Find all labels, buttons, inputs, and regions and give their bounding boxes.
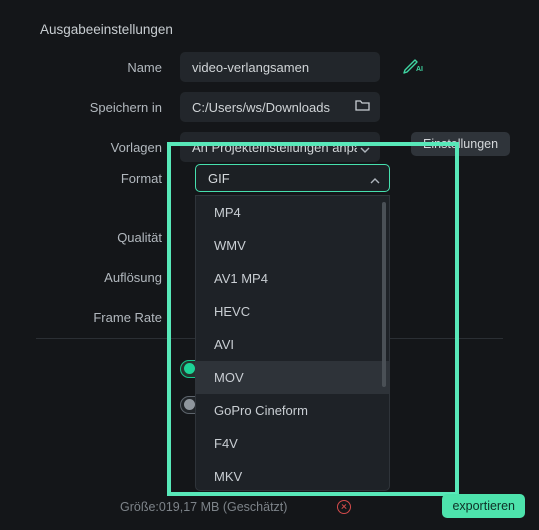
- svg-text:AI: AI: [416, 66, 423, 73]
- folder-icon[interactable]: [355, 99, 370, 115]
- format-option-f4v[interactable]: F4V: [196, 427, 389, 460]
- row-save-in: Speichern in C:/Users/ws/Downloads: [0, 92, 539, 122]
- export-button[interactable]: exportieren: [442, 494, 525, 518]
- ai-edit-icon[interactable]: AI: [402, 55, 424, 75]
- templates-value: An Projekteinstellungen anpassen: [192, 140, 357, 155]
- name-input[interactable]: [192, 60, 368, 75]
- save-path-text: C:/Users/ws/Downloads: [192, 100, 330, 115]
- format-option-wmv[interactable]: WMV: [196, 229, 389, 262]
- templates-field[interactable]: An Projekteinstellungen anpassen: [180, 132, 380, 162]
- format-option-avi[interactable]: AVI: [196, 328, 389, 361]
- error-icon[interactable]: [337, 500, 351, 514]
- label-format: Format: [0, 171, 180, 186]
- label-save-in: Speichern in: [0, 100, 180, 115]
- label-name: Name: [0, 60, 180, 75]
- format-select[interactable]: GIF: [195, 164, 390, 192]
- label-framerate: Frame Rate: [0, 310, 180, 325]
- label-templates: Vorlagen: [0, 140, 180, 155]
- chevron-down-icon: [360, 142, 370, 157]
- footer-size-estimate: Größe:019,17 MB (Geschätzt): [120, 500, 287, 514]
- label-quality: Qualität: [0, 230, 180, 245]
- format-selected-value: GIF: [208, 171, 230, 186]
- format-option-mov[interactable]: MOV: [196, 361, 389, 394]
- save-path-field[interactable]: C:/Users/ws/Downloads: [180, 92, 380, 122]
- row-name: Name: [0, 52, 539, 82]
- dropdown-scrollbar[interactable]: [382, 202, 386, 387]
- format-option-av1mp4[interactable]: AV1 MP4: [196, 262, 389, 295]
- settings-button[interactable]: Einstellungen: [411, 132, 510, 156]
- label-resolution: Auflösung: [0, 270, 180, 285]
- format-dropdown[interactable]: MP4 WMV AV1 MP4 HEVC AVI MOV GoPro Cinef…: [195, 195, 390, 491]
- format-option-mkv[interactable]: MKV: [196, 460, 389, 491]
- format-option-gopro[interactable]: GoPro Cineform: [196, 394, 389, 427]
- name-field[interactable]: [180, 52, 380, 82]
- format-option-hevc[interactable]: HEVC: [196, 295, 389, 328]
- chevron-up-icon: [370, 173, 380, 188]
- format-option-mp4[interactable]: MP4: [196, 196, 389, 229]
- page-title: Ausgabeeinstellungen: [40, 22, 173, 37]
